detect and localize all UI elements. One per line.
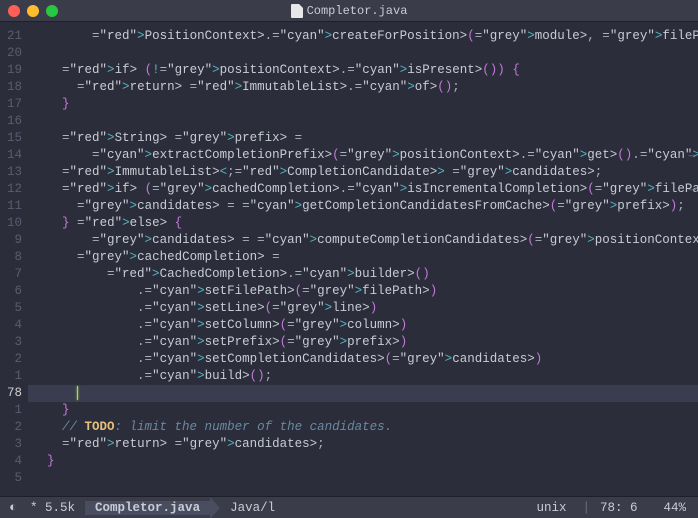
code-line[interactable]: ="red">return> ="grey">candidates>; [28, 436, 698, 453]
code-line[interactable] [28, 45, 698, 62]
separator-icon: | [576, 501, 596, 515]
close-icon[interactable] [8, 5, 20, 17]
code-line[interactable]: ="red">if> (="grey">cachedCompletion>.="… [28, 181, 698, 198]
overflow-indicator-icon: → [688, 181, 696, 198]
code-line[interactable]: .="cyan">setPrefix>(="grey">prefix>) [28, 334, 698, 351]
code-line[interactable]: .="cyan">setLine>(="grey">line>) [28, 300, 698, 317]
error-indicator-icon[interactable]: ◐ [0, 500, 26, 515]
code-line[interactable]: .="cyan">setCompletionCandidates>(="grey… [28, 351, 698, 368]
window-title: Completor.java [0, 4, 698, 18]
line-number: 4 [0, 317, 22, 334]
line-number: 18 [0, 79, 22, 96]
line-number: 10 [0, 215, 22, 232]
code-line[interactable]: ="grey">cachedCompletion> = [28, 249, 698, 266]
modified-flag: * [30, 501, 38, 515]
line-number: 19 [0, 62, 22, 79]
line-number: 9 [0, 232, 22, 249]
minimize-icon[interactable] [27, 5, 39, 17]
line-number: 5 [0, 470, 22, 487]
code-line[interactable] [28, 113, 698, 130]
code-line[interactable]: .="cyan">build>(); [28, 368, 698, 385]
text-cursor [77, 386, 78, 400]
line-number: 16 [0, 113, 22, 130]
status-file-segment: * 5.5k [26, 501, 85, 515]
code-line[interactable]: ="red">if> (!="grey">positionContext>.="… [28, 62, 698, 79]
line-number: 3 [0, 334, 22, 351]
code-line[interactable] [28, 385, 698, 402]
code-line[interactable]: } [28, 402, 698, 419]
code-line[interactable]: } [28, 453, 698, 470]
line-number: 1 [0, 402, 22, 419]
line-number: 21 [0, 28, 22, 45]
code-area[interactable]: ="red">PositionContext>.="cyan">createFo… [28, 22, 698, 496]
status-position: 78: 6 [596, 501, 642, 515]
code-line[interactable]: .="cyan">setFilePath>(="grey">filePath>) [28, 283, 698, 300]
line-number: 5 [0, 300, 22, 317]
editor-area[interactable]: 2120191817161514131211109876543217812345… [0, 22, 698, 496]
line-number: 11 [0, 198, 22, 215]
code-line[interactable]: ="grey">candidates> = ="cyan">computeCom… [28, 232, 698, 249]
line-number-gutter: 2120191817161514131211109876543217812345 [0, 22, 28, 496]
code-line[interactable] [28, 470, 698, 487]
code-line[interactable]: ="red">CachedCompletion>.="cyan">builder… [28, 266, 698, 283]
line-number: 78 [0, 385, 22, 402]
code-line[interactable]: ="grey">candidates> = ="cyan">getComplet… [28, 198, 698, 215]
line-number: 17 [0, 96, 22, 113]
code-line[interactable]: .="cyan">setColumn>(="grey">column>) [28, 317, 698, 334]
code-line[interactable]: // TODO: limit the number of the candida… [28, 419, 698, 436]
status-filename[interactable]: Completor.java [85, 501, 210, 515]
status-percent: 44% [653, 501, 698, 515]
line-number: 3 [0, 436, 22, 453]
code-line[interactable]: ="cyan">extractCompletionPrefix>(="grey"… [28, 147, 698, 164]
separator-icon [210, 497, 220, 518]
code-line[interactable]: } ="red">else> { [28, 215, 698, 232]
line-number: 14 [0, 147, 22, 164]
title-text: Completor.java [307, 4, 408, 18]
window-controls [8, 5, 58, 17]
editor-window: Completor.java 2120191817161514131211109… [0, 0, 698, 518]
line-number: 8 [0, 249, 22, 266]
line-number: 13 [0, 164, 22, 181]
code-line[interactable]: } [28, 96, 698, 113]
line-number: 12 [0, 181, 22, 198]
code-line[interactable]: ="red">return> ="red">ImmutableList>.="c… [28, 79, 698, 96]
status-encoding: unix [526, 501, 576, 515]
line-number: 7 [0, 266, 22, 283]
zoom-icon[interactable] [46, 5, 58, 17]
line-number: 15 [0, 130, 22, 147]
status-bar: ◐ * 5.5k Completor.java Java/l unix | 78… [0, 496, 698, 518]
line-number: 4 [0, 453, 22, 470]
code-line[interactable]: ="red">ImmutableList><;="red">Completion… [28, 164, 698, 181]
file-size: 5.5k [45, 501, 75, 515]
line-number: 6 [0, 283, 22, 300]
line-number: 1 [0, 368, 22, 385]
code-line[interactable]: ="red">PositionContext>.="cyan">createFo… [28, 28, 698, 45]
line-number: 2 [0, 419, 22, 436]
line-number: 20 [0, 45, 22, 62]
code-line[interactable]: ="red">String> ="grey">prefix> = [28, 130, 698, 147]
titlebar: Completor.java [0, 0, 698, 22]
overflow-indicator-icon: → [688, 147, 696, 164]
status-language: Java/l [220, 501, 285, 515]
file-icon [291, 4, 303, 18]
line-number: 2 [0, 351, 22, 368]
